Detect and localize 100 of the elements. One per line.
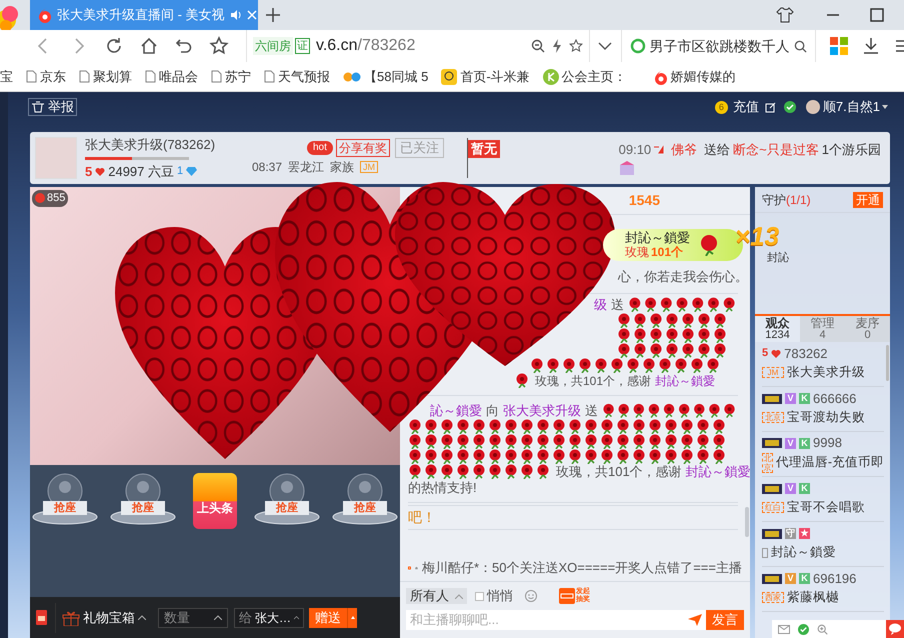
chat-text: 玫瑰，共101个，感谢 — [535, 372, 652, 388]
user-name: 张大美求升级 — [503, 402, 581, 418]
check-icon[interactable] — [798, 624, 809, 634]
home-icon[interactable] — [139, 36, 159, 56]
audience-tab[interactable]: 观众 1234 — [755, 316, 800, 342]
privilege-badge: V — [785, 393, 796, 404]
gift-amount: 101个 — [651, 245, 684, 260]
bookmark-item[interactable]: 公会主页： — [542, 66, 627, 86]
chat-bubble-icon[interactable] — [886, 620, 904, 638]
user-name-link[interactable]: 顺7.自然1 — [822, 97, 880, 117]
caret-icon[interactable] — [882, 105, 888, 109]
apps-icon[interactable] — [830, 37, 848, 55]
audience-tab[interactable]: 管理 4 — [800, 316, 845, 342]
bookmark-item[interactable]: 娇媚传媒的 — [654, 66, 736, 86]
page-icon — [211, 70, 222, 83]
page-icon — [79, 70, 90, 83]
recipient-dropdown[interactable]: 所有人 — [406, 588, 467, 604]
close-icon[interactable] — [246, 10, 257, 20]
audience-tab[interactable]: 麦序 0 — [845, 316, 890, 342]
bookmark-star-icon[interactable] — [568, 39, 583, 53]
gift-sender-name: 封訫～鎖愛 — [625, 230, 690, 245]
family-badge: 西家 — [762, 592, 784, 603]
rank-badge-icon — [762, 394, 782, 404]
headline-button[interactable]: 上头条 — [193, 473, 237, 529]
reload-icon[interactable] — [104, 36, 124, 56]
recipient-field[interactable]: 给 张大… — [234, 608, 304, 628]
scrollbar-thumb — [745, 507, 749, 537]
guard-title: 守护 — [762, 192, 786, 208]
lightning-icon[interactable] — [550, 39, 563, 53]
chat-text: 玫瑰，共101个，感谢 — [556, 464, 682, 480]
paper-plane-icon — [688, 614, 702, 626]
rose-icon — [698, 234, 720, 256]
mail-icon[interactable] — [778, 624, 790, 634]
speaker-icon[interactable] — [230, 9, 242, 21]
user-name: 封訫～鎖愛 — [655, 372, 716, 388]
user-name: 宝哥渡劫失败 — [787, 409, 865, 426]
report-button[interactable]: 举报 — [28, 98, 77, 116]
diamond-level: 1 — [177, 164, 184, 179]
avatar-icon[interactable] — [806, 100, 820, 114]
six-logo-icon — [654, 68, 668, 84]
privilege-badge: ★ — [799, 528, 810, 540]
family-badge: 北京 — [762, 452, 773, 472]
privilege-badge: V — [785, 573, 796, 584]
dropdown-caret-icon[interactable] — [598, 41, 612, 51]
audience-item[interactable]: 守 ★ 封訫～鎖愛 — [762, 522, 884, 567]
chat-count: 1545 — [628, 191, 660, 210]
recharge-link[interactable]: 充值 — [732, 97, 759, 117]
user-name: 封訫～鎖愛 — [771, 544, 836, 562]
send-options-button[interactable] — [347, 608, 357, 628]
family-label: 家族 — [330, 159, 354, 176]
user-name: 级 — [594, 296, 607, 312]
shirt-icon[interactable] — [776, 6, 794, 24]
bean-count: 24997 六豆 — [108, 162, 174, 180]
external-link-icon[interactable] — [764, 102, 776, 112]
user-name: 张大美求升级 — [787, 364, 865, 382]
sender-name: 佛爷 — [671, 141, 698, 159]
bookmark-item[interactable]: 宝 — [0, 66, 13, 86]
zoom-in-icon[interactable] — [817, 624, 828, 634]
bookmark-item[interactable]: 苏宁 — [211, 66, 251, 86]
zoom-out-icon[interactable] — [530, 39, 545, 53]
site-logo-icon — [343, 70, 361, 84]
anchor-name: 张大美求升级(783262) — [85, 136, 216, 154]
user-id: 696196 — [813, 570, 856, 588]
gift-box-button[interactable]: 礼物宝箱 — [55, 602, 146, 632]
privilege-badge: K — [799, 483, 810, 494]
chat-text: 送 — [611, 296, 624, 312]
bookmark-item[interactable]: 天气预报 — [264, 66, 330, 86]
user-name: 訫～鎖愛 — [430, 402, 482, 418]
rank-badge-icon — [762, 528, 782, 539]
search-icon[interactable] — [794, 40, 808, 52]
maximize-icon[interactable] — [870, 8, 884, 22]
page-icon — [26, 70, 37, 83]
bookmark-item[interactable]: 唯品会 — [145, 66, 198, 86]
chat-message: 心，你若走我会伤心。 — [618, 269, 748, 284]
viewer-count: 855 — [47, 191, 66, 206]
menu-icon[interactable] — [894, 38, 904, 54]
bookmark-item[interactable]: 首页-斗米兼 — [441, 66, 530, 86]
audience-item[interactable]: V K 红白 宝哥不会唱歌 — [762, 477, 884, 522]
whisper-label: 悄悄 — [487, 587, 513, 606]
receiver-name: 断念~只是过客 — [733, 141, 819, 159]
family-badge: JM — [762, 367, 784, 378]
six-logo-icon — [38, 7, 52, 23]
audience-item[interactable]: V K 696196 西家 紫藤枫樾 — [762, 567, 884, 612]
audience-item[interactable]: V K 666666 北京 宝哥渡劫失败 — [762, 387, 884, 432]
user-name: 封訫～鎖愛 — [686, 464, 751, 480]
bookmark-item[interactable]: 聚划算 — [79, 66, 132, 86]
download-icon[interactable] — [862, 37, 880, 55]
whisper-checkbox[interactable] — [475, 592, 484, 600]
rank-flag: 暂无 — [468, 140, 500, 158]
heart-icon — [771, 349, 782, 358]
guard-member-name: 封訫 — [767, 252, 789, 264]
gift-name: 1个游乐园 — [822, 141, 881, 159]
bookmark-item[interactable]: 京东 — [26, 66, 66, 86]
amount-field[interactable]: 数量 — [158, 608, 228, 628]
bookmark-item[interactable]: 【58同城 5 — [343, 66, 428, 86]
avatar-photo-placeholder — [35, 137, 77, 179]
star-icon[interactable] — [209, 36, 229, 56]
audience-item[interactable]: 5 783262 JM 张大美求升级 — [762, 342, 884, 387]
user-name: 紫藤枫樾 — [787, 589, 839, 606]
level-number: 5 — [762, 346, 768, 362]
